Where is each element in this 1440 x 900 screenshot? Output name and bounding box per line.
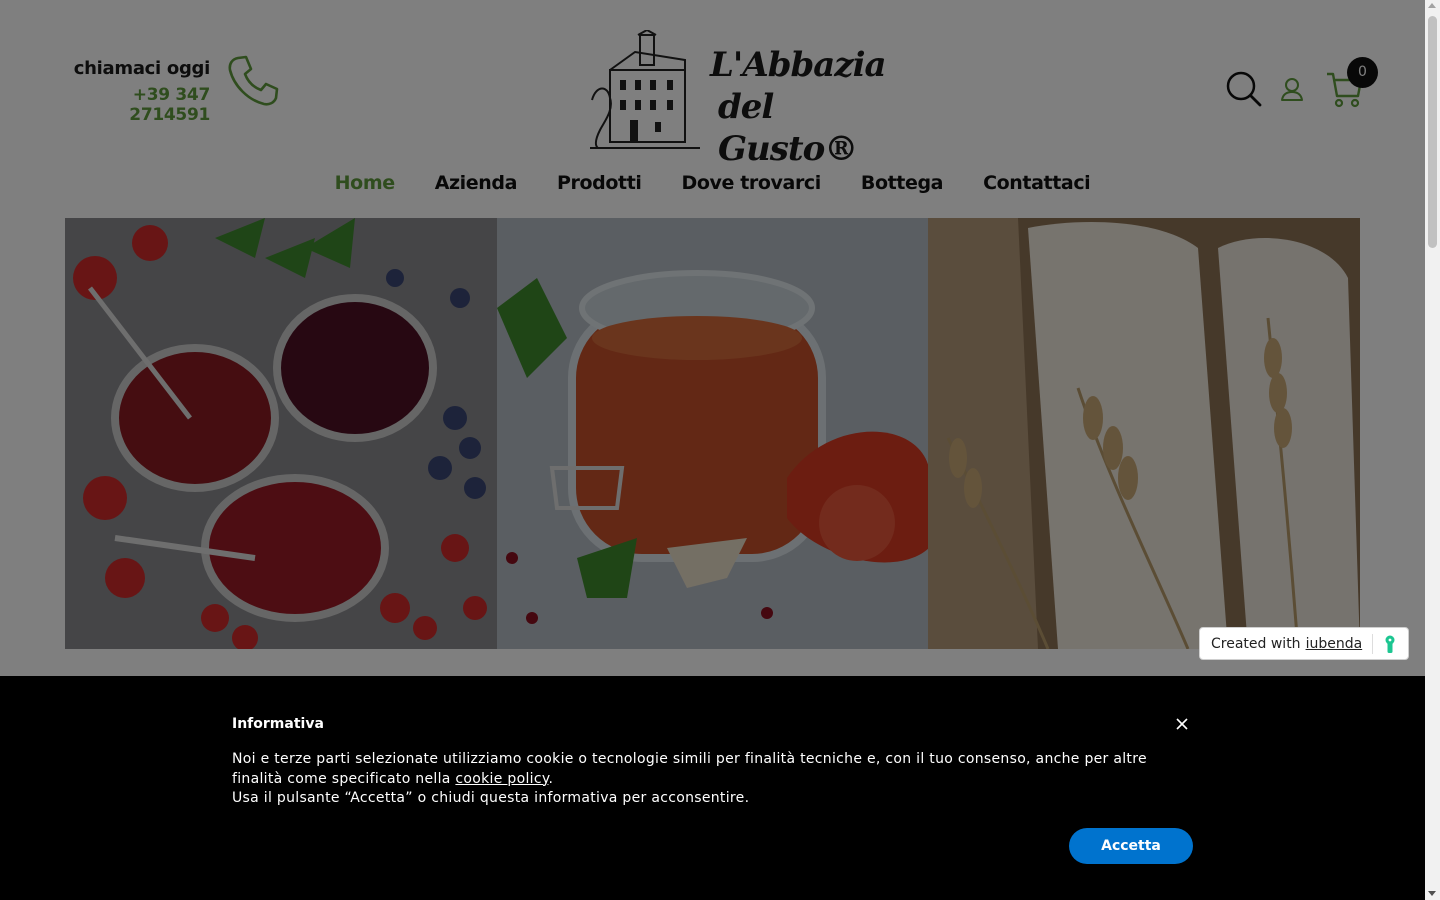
cookie-policy-link[interactable]: cookie policy (455, 771, 548, 787)
page-scrollbar[interactable] (1425, 0, 1440, 900)
badge-divider (1372, 634, 1373, 654)
page: chiamaci oggi +39 347 2714591 L'Abbazia … (0, 0, 1425, 900)
iubenda-link[interactable]: iubenda (1306, 636, 1363, 652)
iubenda-keyhole-icon (1385, 635, 1395, 653)
cookie-banner: Informativa Noi e terze parti selezionat… (0, 676, 1425, 900)
cookie-text-part2: . (548, 770, 554, 787)
cookie-banner-title: Informativa (232, 716, 324, 732)
cookie-banner-text: Noi e terze parti selezionate utilizziam… (232, 750, 1192, 809)
scrollbar-thumb[interactable] (1428, 16, 1437, 248)
iubenda-badge[interactable]: Created with iubenda (1199, 627, 1409, 660)
cookie-text-part1: Noi e terze parti selezionate utilizziam… (232, 751, 1147, 787)
cookie-text-line2: Usa il pulsante “Accetta” o chiudi quest… (232, 790, 750, 806)
scroll-down-arrow-icon[interactable] (1428, 891, 1436, 896)
accept-button[interactable]: Accetta (1069, 828, 1193, 864)
iubenda-prefix: Created with (1211, 635, 1301, 652)
scroll-up-arrow-icon[interactable] (1428, 3, 1436, 8)
close-icon[interactable] (1174, 716, 1190, 732)
